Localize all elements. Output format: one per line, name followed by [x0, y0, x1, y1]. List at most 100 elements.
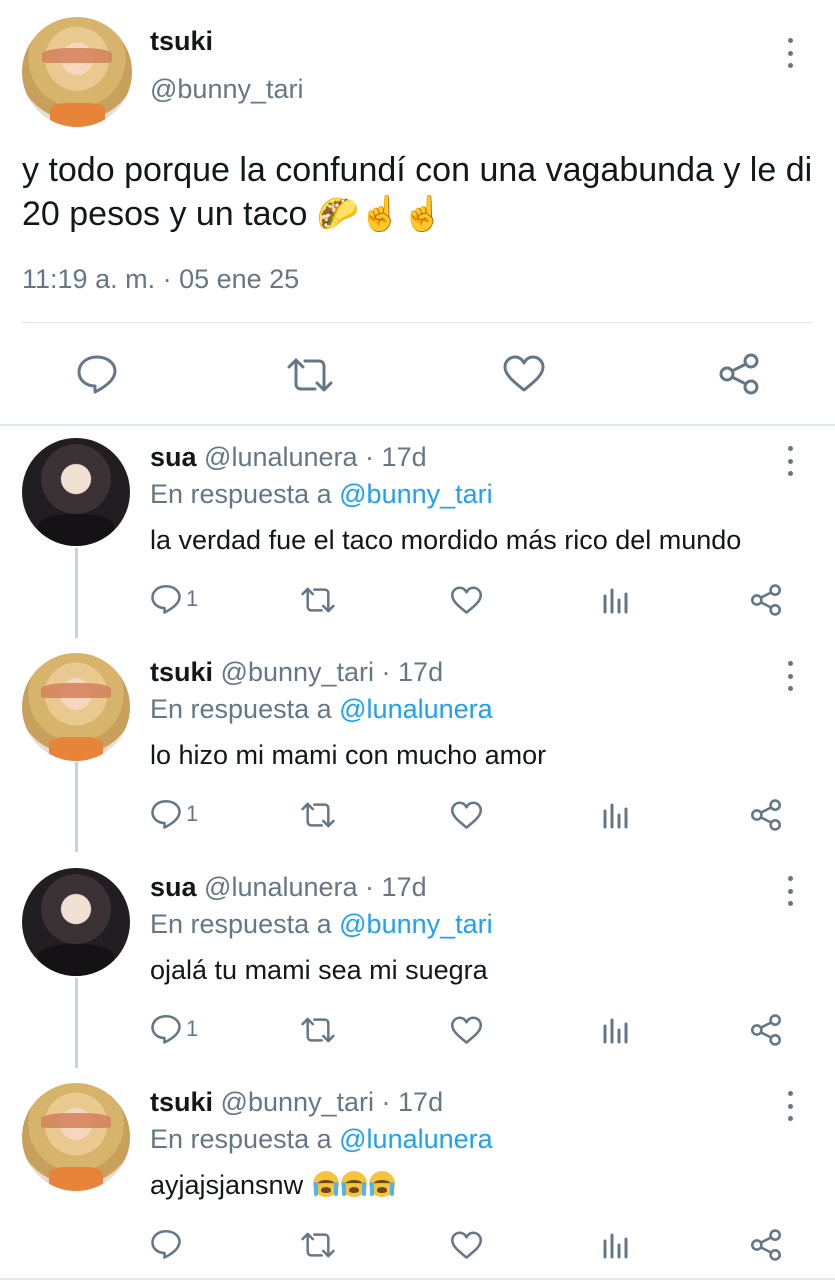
reply-count: 1	[186, 801, 199, 826]
reply-icon	[77, 355, 117, 394]
reply-prefix: En respuesta a	[150, 694, 332, 724]
retweet-icon	[301, 1017, 335, 1043]
handle-and-age: @lunalunera · 17d	[204, 872, 427, 902]
mention-link[interactable]: @lunalunera	[339, 1124, 493, 1154]
reply-tweet[interactable]: tsuki @bunny_tari · 17d En respuesta a @…	[0, 1071, 835, 1280]
reply-prefix: En respuesta a	[150, 479, 332, 509]
main-tweet: tsuki @bunny_tari y todo porque la confu…	[0, 0, 835, 424]
display-name[interactable]: tsuki	[150, 657, 213, 687]
more-options-icon[interactable]	[780, 446, 800, 476]
reply-header: sua @lunalunera · 17d	[150, 442, 427, 473]
handle-and-age: @lunalunera · 17d	[204, 442, 427, 472]
avatar[interactable]	[22, 653, 130, 761]
reply-context: En respuesta a @bunny_tari	[150, 479, 493, 510]
retweet-button[interactable]	[300, 586, 336, 614]
reply-header: tsuki @bunny_tari · 17d	[150, 1087, 443, 1118]
avatar[interactable]	[22, 1083, 130, 1191]
reply-text: ojalá tu mami sea mi suegra	[150, 955, 488, 985]
loudly-crying-face-icon	[368, 1171, 395, 1197]
reply-button[interactable]	[76, 354, 118, 394]
retweet-button[interactable]	[300, 1016, 336, 1044]
handle-and-age: @bunny_tari · 17d	[220, 1087, 444, 1117]
like-icon	[450, 586, 483, 614]
reply-tweet[interactable]: tsuki @bunny_tari · 17d En respuesta a @…	[0, 641, 835, 856]
tweet-thread: tsuki @bunny_tari y todo porque la confu…	[0, 0, 835, 1280]
reply-text-body: ayjajsjansnw	[150, 1170, 304, 1200]
reply-count: 1	[186, 586, 199, 611]
reply-button[interactable]	[150, 1229, 186, 1259]
more-options-icon[interactable]	[780, 661, 800, 691]
reply-icon	[151, 799, 181, 829]
reply-text: lo hizo mi mami con mucho amor	[150, 740, 547, 770]
avatar[interactable]	[22, 438, 130, 546]
like-icon	[450, 1016, 483, 1044]
analytics-icon	[603, 1018, 628, 1044]
loudly-crying-face-icon	[312, 1171, 339, 1197]
reply-prefix: En respuesta a	[150, 1124, 332, 1154]
mention-link[interactable]: @bunny_tari	[339, 909, 493, 939]
like-button[interactable]	[450, 586, 483, 615]
like-icon	[503, 355, 545, 392]
loudly-crying-face-icon	[340, 1171, 367, 1197]
reply-icon	[151, 584, 181, 614]
display-name[interactable]: tsuki	[150, 26, 213, 57]
share-button[interactable]	[750, 1014, 782, 1046]
like-button[interactable]	[450, 1231, 483, 1260]
user-handle[interactable]: @bunny_tari	[150, 74, 304, 105]
like-button[interactable]	[502, 355, 546, 393]
crying-emoji-group	[311, 1170, 395, 1200]
reply-context: En respuesta a @bunny_tari	[150, 909, 493, 940]
reply-icon	[151, 1229, 181, 1259]
reply-header: sua @lunalunera · 17d	[150, 872, 427, 903]
mention-link[interactable]: @bunny_tari	[339, 479, 493, 509]
reply-text: ayjajsjansnw	[150, 1170, 395, 1201]
share-icon	[750, 1229, 782, 1261]
reply-count: 1	[186, 1016, 199, 1041]
reply-button[interactable]: 1	[150, 584, 198, 614]
more-options-icon[interactable]	[780, 876, 800, 906]
display-name[interactable]: tsuki	[150, 1087, 213, 1117]
analytics-icon	[603, 588, 628, 614]
retweet-icon	[301, 802, 335, 828]
mention-link[interactable]: @lunalunera	[339, 694, 493, 724]
share-button[interactable]	[750, 584, 782, 616]
reply-tweet[interactable]: sua @lunalunera · 17d En respuesta a @bu…	[0, 856, 835, 1071]
reply-tweet[interactable]: sua @lunalunera · 17d En respuesta a @bu…	[0, 426, 835, 641]
analytics-button[interactable]	[602, 801, 630, 829]
more-options-icon[interactable]	[780, 1091, 800, 1121]
more-options-icon[interactable]	[780, 38, 800, 68]
avatar[interactable]	[22, 868, 130, 976]
retweet-button[interactable]	[300, 801, 336, 829]
share-button[interactable]	[750, 1229, 782, 1261]
retweet-button[interactable]	[300, 1231, 336, 1259]
tweet-timestamp: 11:19 a. m. · 05 ene 25	[22, 264, 300, 294]
share-icon	[750, 584, 782, 616]
like-button[interactable]	[450, 1016, 483, 1045]
reply-button[interactable]: 1	[150, 799, 198, 829]
retweet-button[interactable]	[286, 356, 334, 394]
avatar[interactable]	[22, 17, 132, 127]
analytics-button[interactable]	[602, 1016, 630, 1044]
retweet-icon	[301, 1232, 335, 1258]
divider	[22, 322, 813, 323]
reply-prefix: En respuesta a	[150, 909, 332, 939]
share-button[interactable]	[718, 353, 760, 395]
analytics-icon	[603, 803, 628, 829]
retweet-icon	[301, 587, 335, 613]
reply-header: tsuki @bunny_tari · 17d	[150, 657, 443, 688]
display-name[interactable]: sua	[150, 442, 197, 472]
share-button[interactable]	[750, 799, 782, 831]
analytics-icon	[603, 1233, 628, 1259]
analytics-button[interactable]	[602, 586, 630, 614]
display-name[interactable]: sua	[150, 872, 197, 902]
reply-context: En respuesta a @lunalunera	[150, 1124, 493, 1155]
reply-context: En respuesta a @lunalunera	[150, 694, 493, 725]
tweet-text: y todo porque la confundí con una vagabu…	[22, 151, 813, 233]
reply-text: la verdad fue el taco mordido más rico d…	[150, 525, 742, 555]
share-icon	[719, 353, 759, 395]
reply-button[interactable]: 1	[150, 1014, 198, 1044]
analytics-button[interactable]	[602, 1231, 630, 1259]
share-icon	[750, 799, 782, 831]
share-icon	[750, 1014, 782, 1046]
like-button[interactable]	[450, 801, 483, 830]
